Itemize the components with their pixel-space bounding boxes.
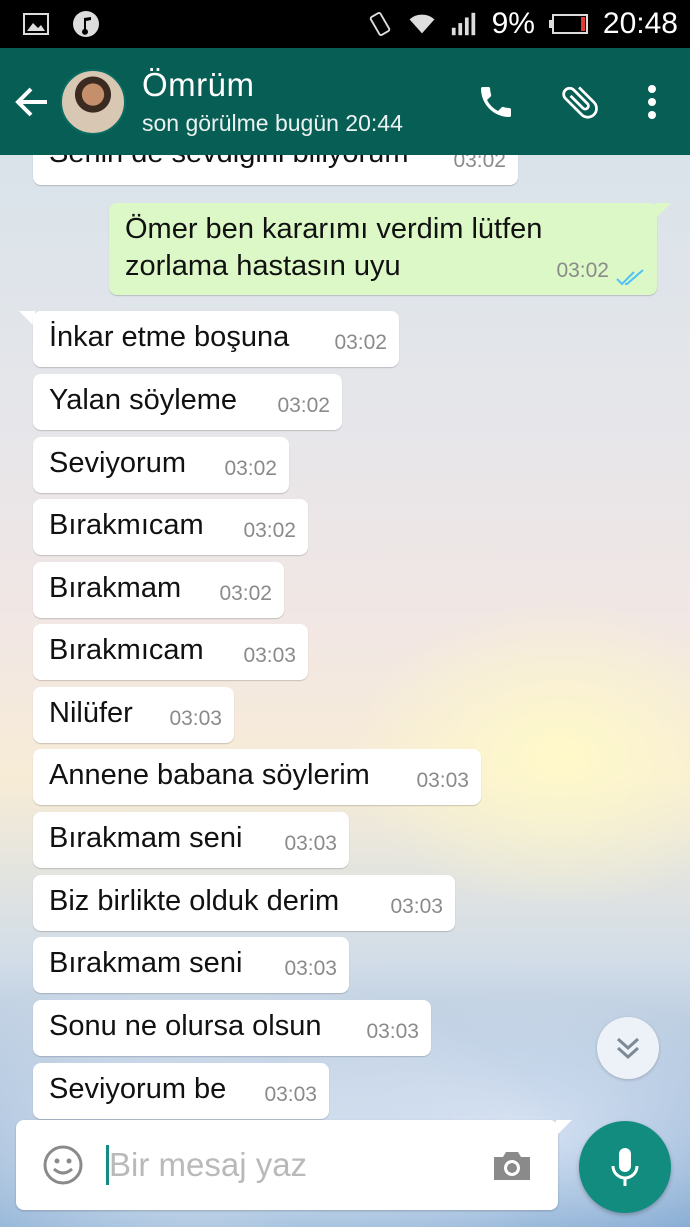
signal-icon (450, 10, 478, 38)
contact-info[interactable]: Ömrüm son görülme bugün 20:44 (142, 66, 403, 137)
last-seen: son görülme bugün 20:44 (142, 110, 403, 136)
message-text: Sonu ne olursa olsun (49, 1010, 322, 1042)
battery-icon (548, 10, 589, 38)
message-incoming[interactable]: Sonu ne olursa olsun 03:03 (33, 1000, 431, 1056)
message-text: Bırakmıcam (49, 509, 204, 541)
message-text: Bırakmam seni (49, 947, 243, 979)
message-time: 03:03 (366, 1020, 419, 1043)
microphone-icon (611, 1148, 639, 1186)
message-time: 03:03 (169, 707, 222, 730)
bubble-tail (655, 203, 671, 219)
wifi-icon (408, 10, 436, 38)
image-icon (22, 10, 50, 38)
message-time: 03:03 (284, 957, 337, 980)
message-time: 03:03 (416, 769, 469, 792)
message-time: 03:02 (224, 457, 277, 480)
message-text: Nilüfer (49, 697, 133, 729)
message-time: 03:03 (264, 1083, 317, 1106)
clock: 20:48 (602, 7, 678, 40)
message-input[interactable] (109, 1146, 469, 1184)
message-text: Biz birlikte olduk derim (49, 885, 340, 917)
message-text: Annene babana söylerim (49, 759, 370, 791)
message-text: Bırakmam seni (49, 822, 243, 854)
message-incoming[interactable]: Seviyorum be 03:03 (33, 1063, 329, 1119)
message-time: 03:03 (243, 644, 296, 667)
message-incoming[interactable]: Bırakmam seni 03:03 (33, 937, 349, 993)
phone-icon[interactable] (474, 80, 518, 124)
message-incoming[interactable]: Senin de sevdiğini biliyorum 03:02 (33, 155, 518, 185)
avatar[interactable] (60, 68, 126, 135)
camera-icon[interactable] (490, 1143, 534, 1187)
message-text: Senin de sevdiğini biliyorum (49, 155, 408, 172)
message-text: Seviyorum be (49, 1073, 227, 1105)
double-chevron-down-icon (616, 1037, 640, 1060)
message-incoming[interactable]: Yalan söyleme 03:02 (33, 374, 342, 430)
contact-name: Ömrüm (142, 66, 255, 103)
emoji-icon[interactable] (42, 1144, 84, 1186)
composer-tail (556, 1120, 572, 1136)
message-text: Bırakmıcam (49, 634, 204, 666)
chat-area[interactable]: Senin de sevdiğini biliyorum 03:02 Ömer … (0, 155, 690, 1227)
battery-percent: 9% (491, 7, 535, 40)
message-incoming[interactable]: Bırakmam seni 03:03 (33, 812, 349, 868)
voice-record-button[interactable] (579, 1121, 671, 1213)
message-time: 03:03 (390, 895, 443, 918)
message-time: 03:02 (453, 155, 506, 172)
message-incoming[interactable]: Nilüfer 03:03 (33, 687, 234, 743)
read-ticks-icon (616, 269, 644, 286)
vibrate-icon (366, 10, 394, 38)
chat-header: Ömrüm son görülme bugün 20:44 (0, 48, 690, 155)
message-incoming[interactable]: Bırakmıcam 03:03 (33, 624, 308, 680)
message-text: Bırakmam (49, 572, 182, 604)
message-incoming[interactable]: Seviyorum 03:02 (33, 437, 289, 493)
message-time: 03:02 (243, 519, 296, 542)
message-incoming[interactable]: Bırakmam 03:02 (33, 562, 284, 618)
more-vert-icon[interactable] (642, 80, 662, 124)
message-composer (16, 1120, 558, 1210)
message-incoming[interactable]: Biz birlikte olduk derim 03:03 (33, 875, 455, 931)
music-icon (72, 10, 100, 38)
message-incoming[interactable]: Bırakmıcam 03:02 (33, 499, 308, 555)
message-outgoing[interactable]: Ömer ben kararımı verdim lütfen zorlama … (109, 203, 657, 295)
status-bar: 9% 20:48 (0, 0, 690, 48)
message-time: 03:02 (334, 331, 387, 354)
message-time: 03:02 (556, 259, 609, 282)
message-time: 03:03 (284, 832, 337, 855)
message-text: İnkar etme boşuna (49, 321, 290, 353)
paperclip-icon[interactable] (558, 80, 602, 124)
message-time: 03:02 (277, 394, 330, 417)
message-text: Yalan söyleme (49, 384, 238, 416)
scroll-to-bottom-button[interactable] (597, 1017, 659, 1079)
back-arrow-icon[interactable] (4, 72, 60, 132)
message-text: Ömer ben kararımı verdim lütfen zorlama … (125, 213, 543, 282)
message-incoming[interactable]: Annene babana söylerim 03:03 (33, 749, 481, 805)
message-time: 03:02 (219, 582, 272, 605)
message-text: Seviyorum (49, 447, 186, 479)
message-incoming[interactable]: İnkar etme boşuna 03:02 (33, 311, 399, 367)
